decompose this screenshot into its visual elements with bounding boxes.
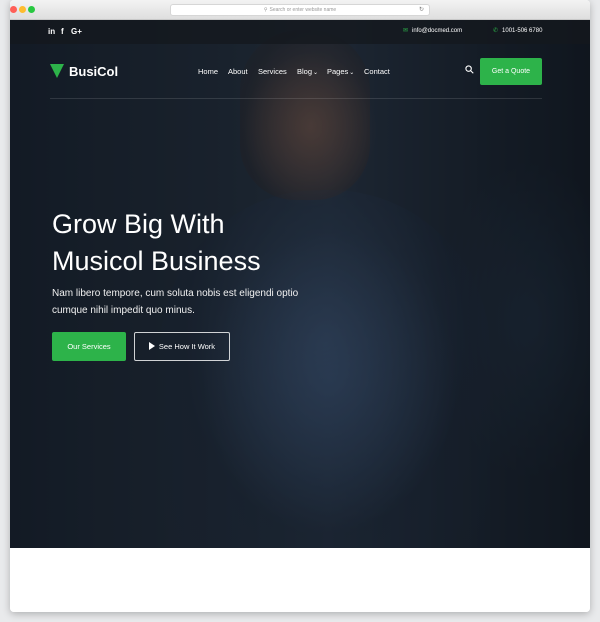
mail-icon: ✉ xyxy=(403,28,409,34)
logo-icon xyxy=(50,64,64,78)
address-bar[interactable]: ⚲ Search or enter website name ↻ xyxy=(170,4,430,16)
phone-text: 1001-506 6780 xyxy=(502,28,543,34)
hero-subtext: Nam libero tempore, cum soluta nobis est… xyxy=(52,285,322,319)
nav-divider xyxy=(50,98,542,99)
nav-contact[interactable]: Contact xyxy=(364,67,390,76)
nav-services[interactable]: Services xyxy=(258,67,287,76)
hero-section: in f G+ ✉ info@docmed.com ✆ 1001-506 6780 … xyxy=(10,20,590,548)
email-text: info@docmed.com xyxy=(412,28,463,34)
nav-home[interactable]: Home xyxy=(198,67,218,76)
top-bar: in f G+ ✉ info@docmed.com ✆ 1001-506 6780 xyxy=(10,20,590,44)
email-contact[interactable]: ✉ info@docmed.com xyxy=(403,27,462,34)
chevron-down-icon: ⌄ xyxy=(349,70,355,76)
get-quote-button[interactable]: Get a Quote xyxy=(480,58,542,85)
maximize-window-button[interactable] xyxy=(28,6,35,13)
play-icon xyxy=(148,342,155,350)
phone-icon: ✆ xyxy=(493,28,499,34)
hero-subtext-line2: cumque nihil impedit quo minus. xyxy=(52,305,195,316)
search-icon: ⚲ xyxy=(263,7,268,13)
nav-blog-label: Blog xyxy=(297,67,313,76)
see-how-it-work-button[interactable]: See How It Work xyxy=(134,332,230,361)
hero-headline-line2: Musicol Business xyxy=(52,246,261,276)
nav-pages-label: Pages xyxy=(327,67,349,76)
search-icon[interactable] xyxy=(465,65,474,74)
logo-text: BusiCol xyxy=(69,63,119,79)
nav-pages[interactable]: Pages⌄ xyxy=(327,67,354,76)
browser-chrome: ⚲ Search or enter website name ↻ xyxy=(10,0,590,20)
nav-about[interactable]: About xyxy=(228,67,248,76)
hero-headline: Grow Big With Musicol Business xyxy=(52,206,352,280)
below-hero-section xyxy=(10,548,590,612)
reload-icon[interactable]: ↻ xyxy=(419,5,424,16)
hero-headline-line1: Grow Big With xyxy=(52,209,225,239)
hero-subtext-line1: Nam libero tempore, cum soluta nobis est… xyxy=(52,288,299,299)
address-placeholder: Search or enter website name xyxy=(269,7,337,13)
facebook-icon[interactable]: f xyxy=(61,27,64,36)
logo[interactable]: BusiCol xyxy=(50,62,118,80)
chevron-down-icon: ⌄ xyxy=(313,70,319,76)
google-plus-icon[interactable]: G+ xyxy=(71,27,82,36)
minimize-window-button[interactable] xyxy=(19,6,26,13)
browser-window: ⚲ Search or enter website name ↻ in f G+ … xyxy=(10,0,590,612)
our-services-button[interactable]: Our Services xyxy=(52,332,126,361)
close-window-button[interactable] xyxy=(10,6,17,13)
phone-contact[interactable]: ✆ 1001-506 6780 xyxy=(493,27,542,34)
main-nav: BusiCol Home About Services Blog⌄ Pages⌄… xyxy=(10,56,590,100)
nav-blog[interactable]: Blog⌄ xyxy=(297,67,318,76)
see-how-it-work-label: See How It Work xyxy=(158,342,216,351)
linkedin-icon[interactable]: in xyxy=(48,27,55,36)
